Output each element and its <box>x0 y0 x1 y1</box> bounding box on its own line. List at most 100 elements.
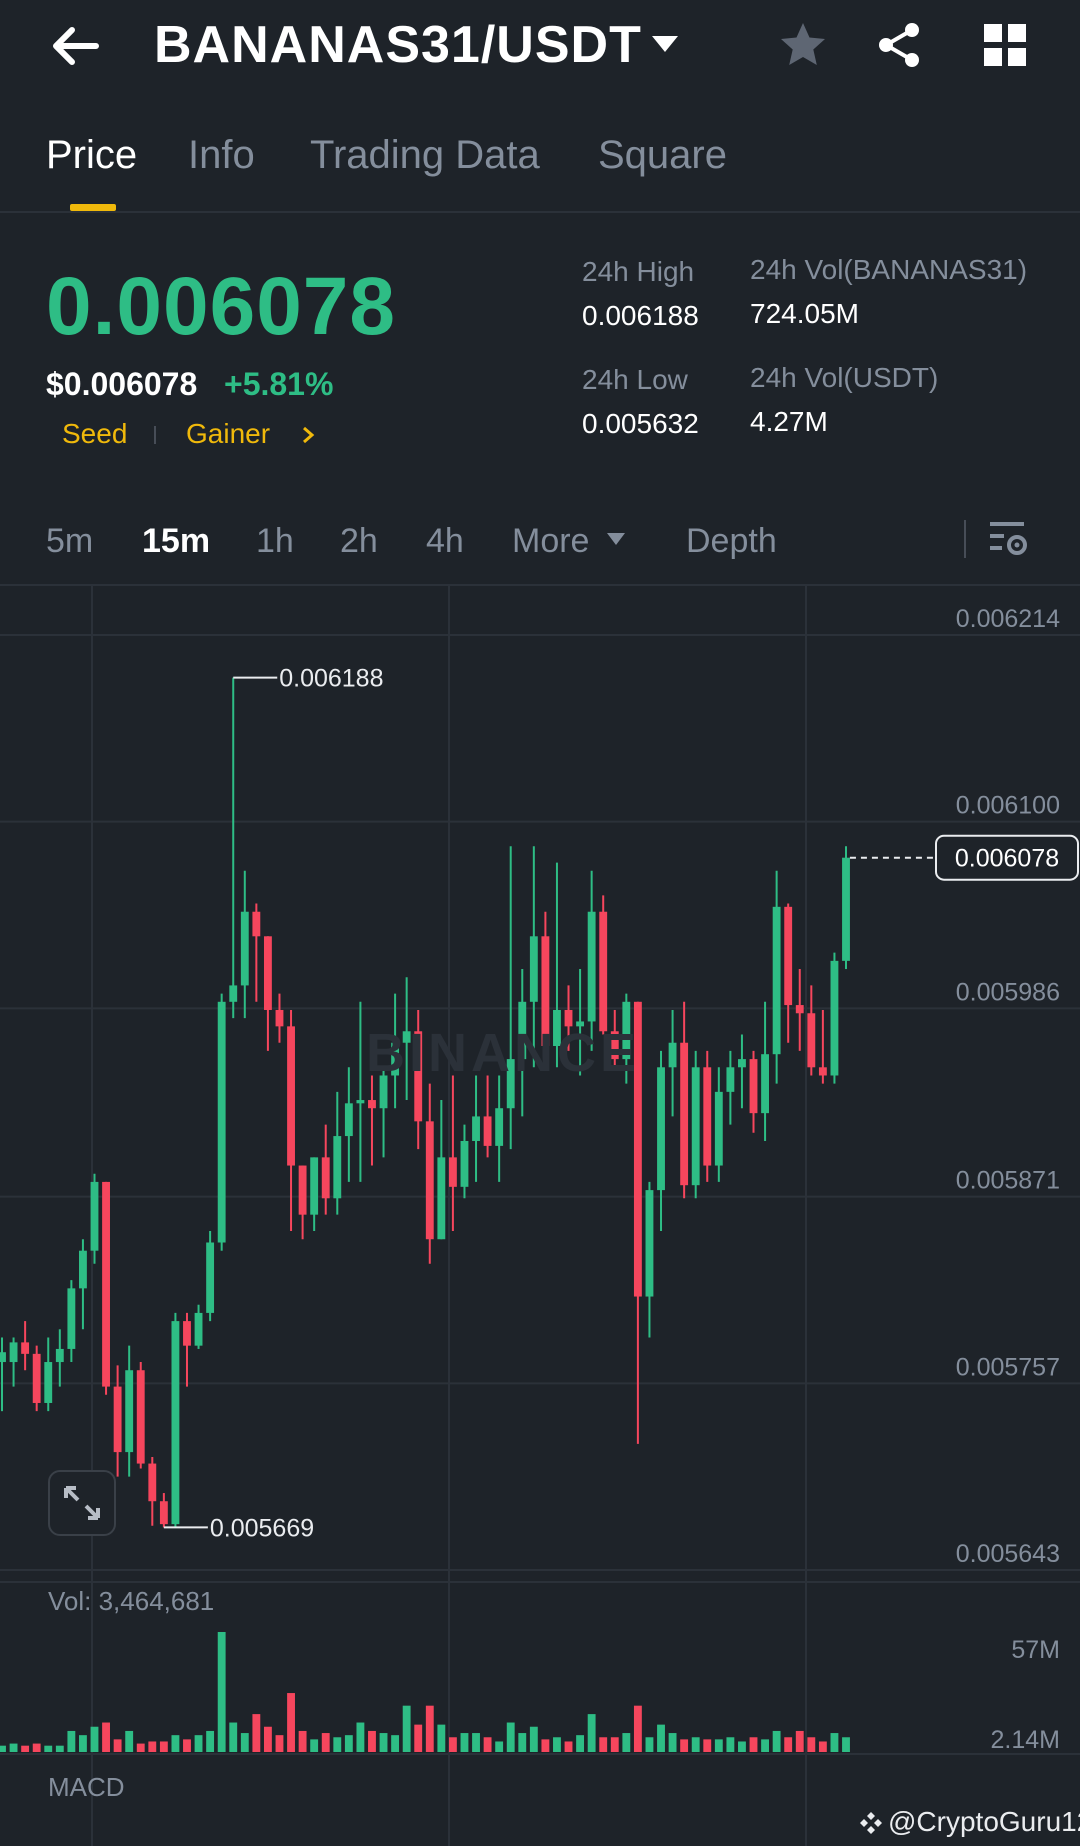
interval-15m[interactable]: 15m <box>142 520 210 562</box>
price-tick-label: 0.006214 <box>956 605 1060 633</box>
volume-bar <box>298 1730 307 1752</box>
candle-body <box>287 1026 295 1166</box>
stat-low-label: 24h Low <box>582 364 688 395</box>
tab-square[interactable]: Square <box>598 130 727 180</box>
volume-bar <box>703 1739 712 1752</box>
volume-bar <box>310 1739 319 1752</box>
candle-body <box>818 1067 827 1076</box>
stat-high-label: 24h High <box>582 256 695 287</box>
volume-bar <box>795 1730 804 1752</box>
candle-body <box>321 1157 330 1199</box>
volume-bar <box>125 1730 134 1752</box>
candle-body <box>136 1370 145 1464</box>
macd-label[interactable]: MACD <box>48 1772 125 1803</box>
tag-seed[interactable]: Seed <box>62 418 127 450</box>
interval-5m[interactable]: 5m <box>46 520 93 562</box>
candle-body <box>587 911 596 1022</box>
volume-bar <box>495 1741 504 1752</box>
volume-bar <box>379 1733 388 1752</box>
volume-bar <box>333 1737 342 1752</box>
candlestick-chart[interactable]: 0.006214 0.006100 0.005986 0.005871 0.005757… <box>0 586 1080 1846</box>
candle-body <box>795 1005 804 1014</box>
volume-bar <box>448 1737 457 1752</box>
candle-body <box>252 911 261 937</box>
volume-bar <box>784 1737 793 1752</box>
candle-body <box>437 1157 446 1240</box>
share-icon[interactable] <box>874 20 924 70</box>
candle-body <box>368 1100 376 1109</box>
tag-gainer[interactable]: Gainer <box>186 418 270 450</box>
volume-bar <box>368 1730 376 1752</box>
chart-settings-icon[interactable] <box>988 518 1028 558</box>
stat-high-value: 0.006188 <box>582 300 699 331</box>
candle-body <box>714 1091 723 1166</box>
volume-bar <box>391 1735 400 1752</box>
volume-bar <box>691 1737 700 1752</box>
volume-bar <box>263 1726 272 1752</box>
expand-icon <box>64 1486 100 1520</box>
pair-title[interactable]: BANANAS31/USDT <box>154 14 642 76</box>
more-caret-icon[interactable] <box>606 532 626 546</box>
candle-body <box>113 1386 122 1453</box>
candle-body <box>738 1059 746 1068</box>
star-icon[interactable] <box>778 20 828 70</box>
price-tick-label: 0.006100 <box>956 792 1060 820</box>
volume-bar <box>460 1733 469 1752</box>
volume-bar <box>518 1733 527 1752</box>
volume-label: Vol: 3,464,681 <box>48 1586 215 1616</box>
interval-depth[interactable]: Depth <box>686 520 777 562</box>
back-arrow-icon[interactable] <box>48 18 104 74</box>
candle-body <box>333 1136 342 1199</box>
tab-info[interactable]: Info <box>188 130 255 180</box>
volume-bar <box>749 1737 758 1752</box>
tab-trading-data[interactable]: Trading Data <box>310 130 540 180</box>
candle-body <box>483 1116 492 1146</box>
candle-body <box>67 1288 76 1349</box>
volume-bar <box>553 1737 561 1752</box>
low-marker-label: 0.005669 <box>210 1514 314 1542</box>
candle-body <box>32 1353 41 1403</box>
stat-vol-base-label: 24h Vol(BANANAS31) <box>750 254 1028 285</box>
grid-icon[interactable] <box>982 22 1028 68</box>
chevron-right-icon[interactable] <box>300 424 316 446</box>
volume-bar <box>252 1714 261 1752</box>
interval-2h[interactable]: 2h <box>340 520 378 562</box>
candle-body <box>217 1001 226 1243</box>
volume-bar <box>90 1726 99 1752</box>
candle-body <box>55 1348 64 1363</box>
volume-bar <box>44 1745 53 1752</box>
dropdown-caret-icon[interactable] <box>650 34 680 54</box>
volume-bar <box>680 1739 689 1752</box>
last-price-label: 0.006078 <box>955 845 1059 873</box>
volume-bar <box>842 1737 850 1752</box>
candle-body <box>830 960 839 1076</box>
interval-4h[interactable]: 4h <box>426 520 464 562</box>
volume-bar <box>102 1722 110 1752</box>
volume-bar <box>529 1726 538 1752</box>
stat-vol-quote-value: 4.27M <box>750 406 828 437</box>
candle-body <box>9 1342 18 1363</box>
candle-body <box>206 1242 215 1313</box>
candle-body <box>726 1067 735 1092</box>
candle-body <box>668 1042 677 1068</box>
volume-bar <box>148 1741 157 1752</box>
volume-bar <box>321 1733 330 1752</box>
volume-bar <box>425 1705 434 1752</box>
interval-1h[interactable]: 1h <box>256 520 294 562</box>
candle-body <box>79 1250 87 1289</box>
volume-bar <box>0 1745 6 1752</box>
volume-bar <box>645 1737 654 1752</box>
interval-more[interactable]: More <box>512 520 589 562</box>
stat-low-value: 0.005632 <box>582 408 699 439</box>
candle-body <box>599 911 608 1032</box>
fullscreen-button[interactable] <box>48 1470 116 1536</box>
binance-logo-icon <box>860 1812 882 1834</box>
tab-price[interactable]: Price <box>46 130 137 180</box>
volume-bar <box>67 1730 76 1752</box>
volume-bar <box>599 1737 608 1752</box>
candle-body <box>229 985 238 1002</box>
volume-bar <box>472 1733 480 1752</box>
volume-bar <box>761 1739 769 1752</box>
volume-bar <box>287 1693 295 1752</box>
usd-price: $0.006078 <box>46 366 198 402</box>
